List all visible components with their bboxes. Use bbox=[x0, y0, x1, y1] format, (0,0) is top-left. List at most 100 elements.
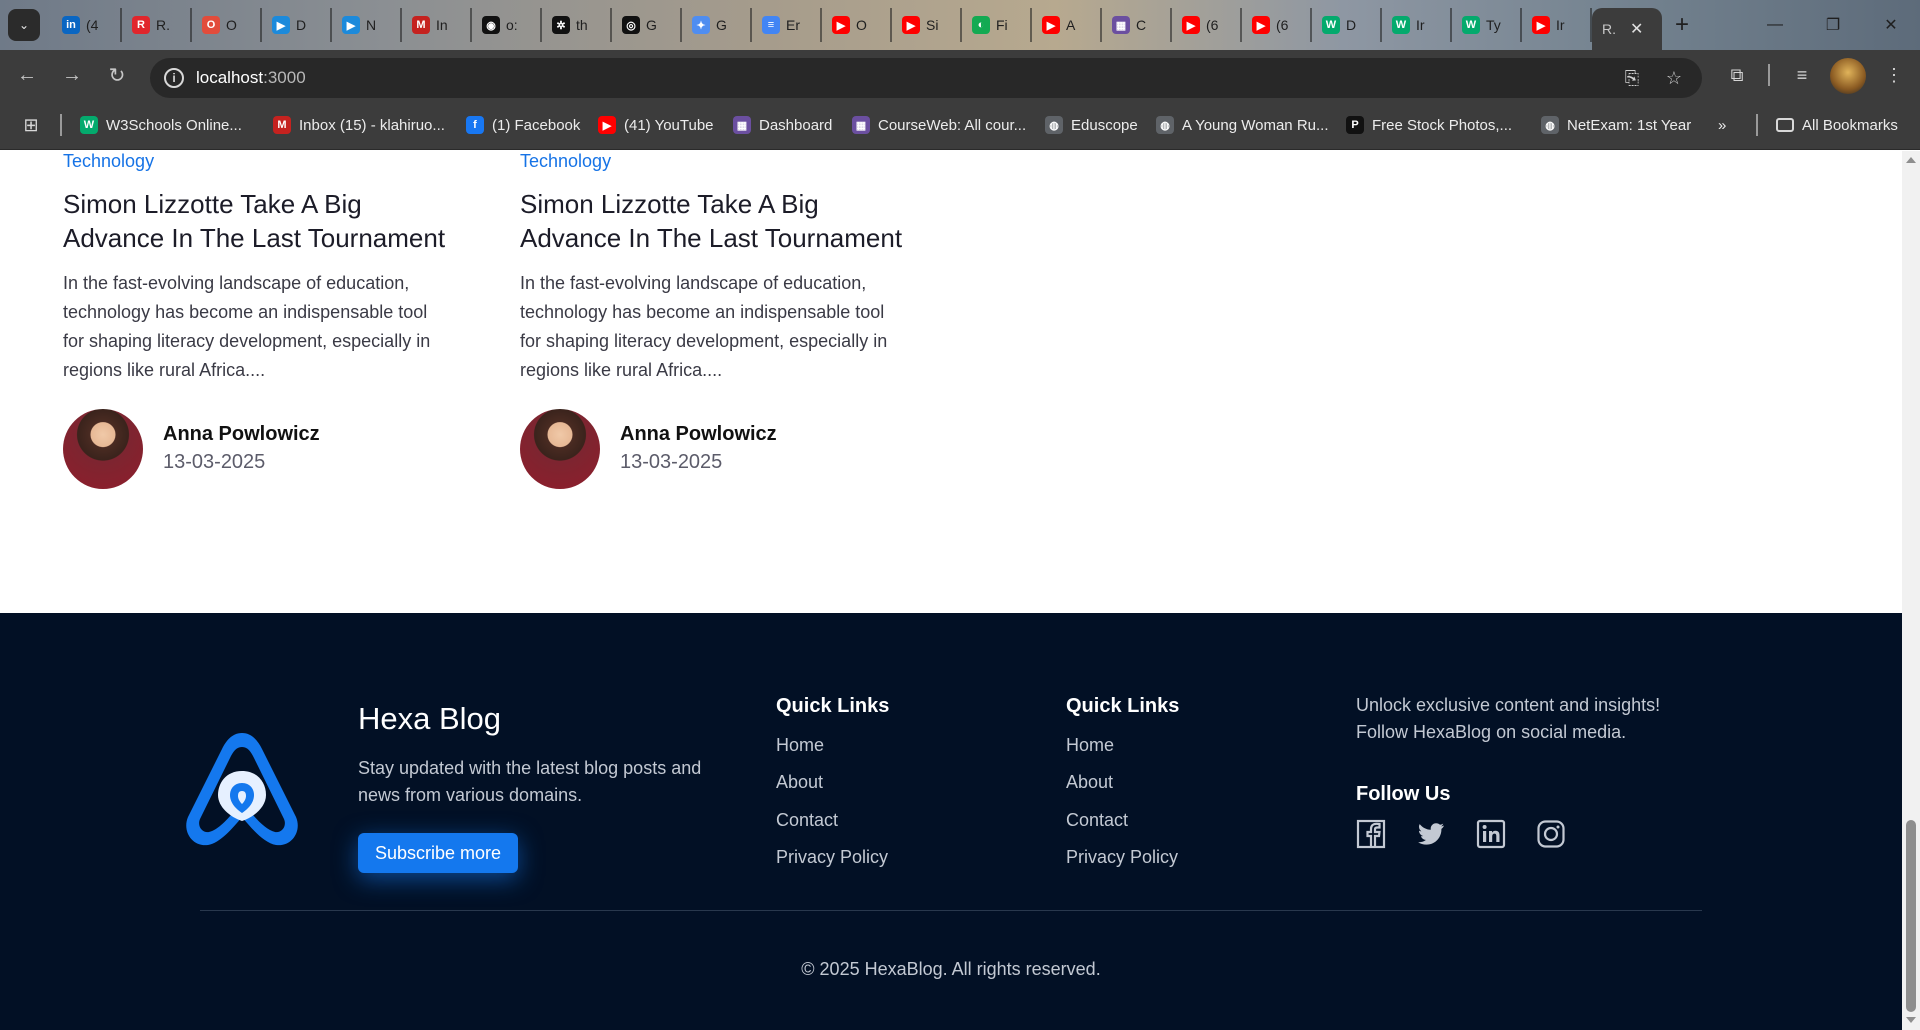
subscribe-button[interactable]: Subscribe more bbox=[358, 833, 518, 873]
restore-button[interactable]: ❐ bbox=[1808, 10, 1858, 40]
footer-link-about[interactable]: About bbox=[1066, 772, 1113, 793]
browser-tab[interactable]: ▶ D bbox=[262, 8, 332, 42]
tab-favicon-icon: ▶ bbox=[1252, 16, 1270, 34]
bookmark-item[interactable]: W W3Schools Online... bbox=[80, 113, 242, 137]
post-title[interactable]: Simon Lizzotte Take A Big Advance In The… bbox=[63, 187, 463, 255]
browser-tab[interactable]: WD bbox=[1312, 8, 1382, 42]
bookmarks-separator bbox=[60, 114, 62, 136]
apps-grid-icon[interactable]: ⊞ bbox=[20, 114, 42, 136]
reload-button[interactable]: ↻ bbox=[102, 60, 132, 90]
post-excerpt: In the fast-evolving landscape of educat… bbox=[520, 273, 888, 380]
browser-tab[interactable]: ▶ Si bbox=[892, 8, 962, 42]
browser-tab[interactable]: R R. bbox=[122, 8, 192, 42]
footer-promo: Unlock exclusive content and insights! F… bbox=[1356, 695, 1661, 742]
back-button[interactable]: ← bbox=[12, 60, 42, 90]
footer-link-home[interactable]: Home bbox=[776, 735, 824, 756]
footer-link-contact[interactable]: Contact bbox=[776, 810, 838, 831]
bookmark-item[interactable]: M Inbox (15) - klahiruo... bbox=[273, 113, 445, 137]
extensions-icon[interactable]: ⧉ bbox=[1722, 60, 1752, 90]
footer-link-privacy[interactable]: Privacy Policy bbox=[776, 847, 888, 868]
browser-tab[interactable]: OO bbox=[192, 8, 262, 42]
bookmark-favicon-icon: ▦ bbox=[733, 116, 751, 134]
browser-tab[interactable]: ▶ (6 bbox=[1172, 8, 1242, 42]
browser-tab[interactable]: W Ir bbox=[1382, 8, 1452, 42]
install-app-icon[interactable]: ⎘ bbox=[1620, 66, 1644, 90]
browser-tab[interactable]: ◎ G bbox=[612, 8, 682, 42]
tab-title: R. bbox=[156, 17, 170, 33]
tab-search-button[interactable]: ⌄ bbox=[8, 9, 40, 41]
facebook-icon[interactable] bbox=[1356, 819, 1386, 849]
bookmark-favicon-icon: ◍ bbox=[1045, 116, 1063, 134]
bookmark-item[interactable]: ◍ Eduscope bbox=[1045, 113, 1138, 137]
scroll-down-icon[interactable] bbox=[1906, 1017, 1916, 1023]
browser-tab[interactable]: ◉ o: bbox=[472, 8, 542, 42]
bookmark-item[interactable]: f (1) Facebook bbox=[466, 113, 580, 137]
browser-tab[interactable]: ▶ Ir bbox=[1522, 8, 1592, 42]
browser-tab[interactable]: ◐ Fi bbox=[962, 8, 1032, 42]
post-date: 13-03-2025 bbox=[620, 451, 723, 473]
media-controls-icon[interactable]: ≡ bbox=[1787, 60, 1817, 90]
tab-title: O bbox=[856, 17, 867, 33]
tab-title: G bbox=[646, 17, 657, 33]
tab-title: D bbox=[1346, 17, 1357, 33]
address-url[interactable]: localhost:3000 bbox=[196, 68, 306, 88]
bookmark-item[interactable]: ◍ NetExam: 1st Year bbox=[1541, 113, 1691, 137]
browser-tab[interactable]: in (4 bbox=[52, 8, 122, 42]
footer-link-privacy[interactable]: Privacy Policy bbox=[1066, 847, 1178, 868]
instagram-icon[interactable] bbox=[1536, 819, 1566, 849]
author-avatar bbox=[520, 409, 600, 489]
footer-link-about[interactable]: About bbox=[776, 772, 823, 793]
footer-link-contact[interactable]: Contact bbox=[1066, 810, 1128, 831]
browser-tab[interactable]: ▶ A bbox=[1032, 8, 1102, 42]
all-bookmarks-button[interactable]: All Bookmarks bbox=[1776, 113, 1898, 137]
tab-title: R. bbox=[1602, 21, 1616, 37]
footer-divider bbox=[200, 910, 1702, 911]
browser-tab[interactable]: ✦ G bbox=[682, 8, 752, 42]
scrollbar-thumb[interactable] bbox=[1906, 820, 1916, 1012]
browser-tab[interactable]: ▶ (6 bbox=[1242, 8, 1312, 42]
new-tab-button[interactable]: + bbox=[1662, 8, 1702, 42]
browser-tab[interactable]: M In bbox=[402, 8, 472, 42]
bookmark-item[interactable]: P Free Stock Photos,... bbox=[1346, 113, 1512, 137]
bookmark-favicon-icon: W bbox=[80, 116, 98, 134]
post-category[interactable]: Technology bbox=[63, 151, 154, 172]
bookmark-item[interactable]: ▶ (41) YouTube bbox=[598, 113, 714, 137]
tab-favicon-icon: O bbox=[202, 16, 220, 34]
bookmark-label: W3Schools Online... bbox=[106, 116, 242, 134]
address-bar[interactable]: i localhost:3000 ⎘ ☆ bbox=[150, 58, 1702, 98]
tab-title: th bbox=[576, 17, 588, 33]
minimize-button[interactable]: — bbox=[1750, 10, 1800, 40]
close-tab-icon[interactable]: ✕ bbox=[1630, 19, 1643, 39]
post-category[interactable]: Technology bbox=[520, 151, 611, 172]
twitter-icon[interactable] bbox=[1416, 819, 1446, 849]
bookmark-item[interactable]: ▦ CourseWeb: All cour... bbox=[852, 113, 1026, 137]
bookmark-item[interactable]: ▦ Dashboard bbox=[733, 113, 832, 137]
copyright-text: © 2025 HexaBlog. All rights reserved. bbox=[801, 959, 1101, 979]
more-bookmarks-button[interactable]: » bbox=[1718, 113, 1726, 137]
arrow-right-icon: → bbox=[62, 63, 82, 86]
tab-favicon-icon: ▶ bbox=[1042, 16, 1060, 34]
scroll-up-icon[interactable] bbox=[1906, 157, 1916, 163]
bookmark-item[interactable]: ◍ A Young Woman Ru... bbox=[1156, 113, 1329, 137]
post-title[interactable]: Simon Lizzotte Take A Big Advance In The… bbox=[520, 187, 920, 255]
browser-tab[interactable]: ▦ C bbox=[1102, 8, 1172, 42]
linkedin-icon[interactable] bbox=[1476, 819, 1506, 849]
browser-menu-icon[interactable]: ⋮ bbox=[1879, 60, 1909, 90]
browser-tab[interactable]: ▶ O bbox=[822, 8, 892, 42]
browser-tab[interactable]: ✲ th bbox=[542, 8, 612, 42]
site-info-icon[interactable]: i bbox=[164, 68, 184, 88]
active-tab[interactable]: R. ✕ bbox=[1592, 8, 1662, 50]
toolbar-separator bbox=[1768, 64, 1770, 86]
footer-link-home[interactable]: Home bbox=[1066, 735, 1114, 756]
browser-tab[interactable]: ≡ Er bbox=[752, 8, 822, 42]
close-window-button[interactable]: ✕ bbox=[1866, 10, 1916, 40]
bookmark-star-icon[interactable]: ☆ bbox=[1662, 66, 1686, 90]
tab-favicon-icon: ◎ bbox=[622, 16, 640, 34]
author-name: Anna Powlowicz bbox=[620, 423, 777, 445]
bookmark-label: A Young Woman Ru... bbox=[1182, 116, 1329, 134]
page-scrollbar[interactable] bbox=[1902, 151, 1920, 1030]
forward-button[interactable]: → bbox=[57, 60, 87, 90]
browser-tab[interactable]: W Ty bbox=[1452, 8, 1522, 42]
profile-avatar[interactable] bbox=[1830, 58, 1866, 94]
browser-tab[interactable]: ▶ N bbox=[332, 8, 402, 42]
